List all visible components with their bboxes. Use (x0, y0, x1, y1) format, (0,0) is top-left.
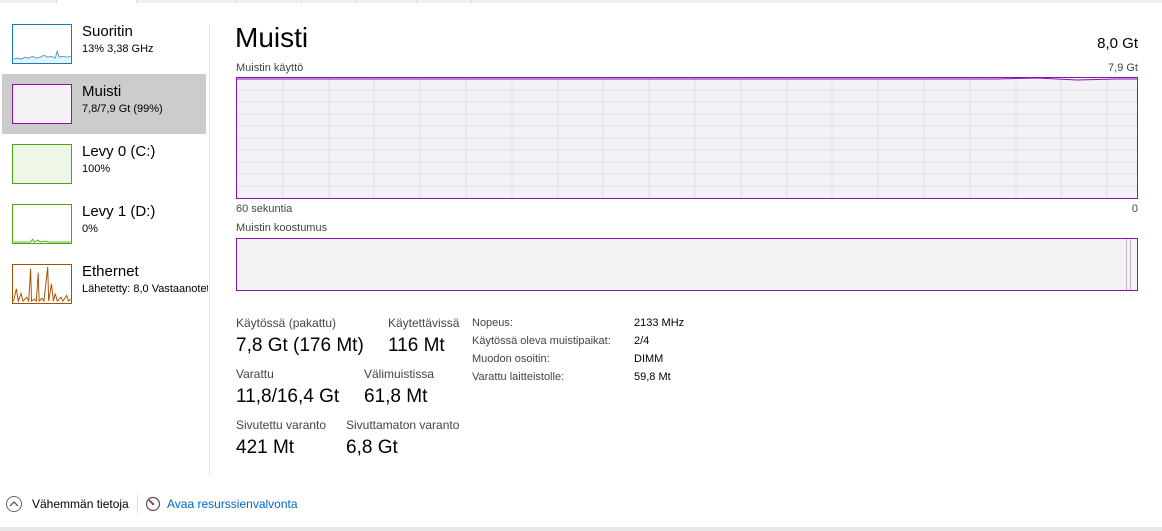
paged-pool-value: 421 Mt (236, 437, 295, 458)
sidebar-item-disk-0[interactable]: Levy 0 (C:) 100% (2, 134, 206, 194)
footer-bar: Vähemmän tietoja Avaa resurssienvalvonta (0, 482, 1162, 531)
paged-pool-label: Sivutettu varanto (236, 418, 327, 432)
tab-services[interactable] (417, 0, 472, 3)
tab-startup[interactable] (237, 0, 302, 3)
hardware-reserved-label: Varattu laitteistolle: (472, 371, 565, 383)
speed-label: Nopeus: (472, 317, 513, 329)
window-bottom-edge (0, 527, 1162, 531)
footer-divider (137, 495, 138, 513)
memory-mini-graph (12, 84, 72, 124)
available-label: Käytettävissä (388, 316, 460, 330)
available-value: 116 Mt (388, 335, 445, 356)
usage-graph-max: 7,9 Gt (1108, 62, 1138, 74)
nonpaged-pool-value: 6,8 Gt (346, 437, 398, 458)
sidebar-item-label: Muisti (82, 83, 122, 100)
committed-value: 11,8/16,4 Gt (236, 386, 340, 407)
page-title: Muisti (235, 22, 309, 53)
sidebar-item-value: Lähetetty: 8,0 Vastaanotettu (82, 283, 208, 295)
sidebar-item-memory[interactable]: Muisti 7,8/7,9 Gt (99%) (2, 74, 206, 134)
sidebar-item-value: 0% (82, 223, 98, 235)
composition-label: Muistin koostumus (236, 222, 328, 234)
top-tab-strip (0, 0, 1162, 3)
sidebar-item-label: Ethernet (82, 263, 139, 280)
form-factor-value: DIMM (634, 353, 664, 365)
chevron-up-icon (6, 496, 22, 512)
fewer-details-label: Vähemmän tietoja (32, 497, 129, 511)
in-use-value: 7,8 Gt (176 Mt) (236, 335, 364, 356)
open-resource-monitor-link[interactable]: Avaa resurssienvalvonta (145, 495, 298, 513)
sidebar-item-cpu[interactable]: Suoritin 13% 3,38 GHz (2, 14, 206, 74)
graph-time-left: 60 sekuntia (236, 203, 293, 215)
sidebar-item-disk-1[interactable]: Levy 1 (D:) 0% (2, 194, 206, 254)
speed-value: 2133 MHz (634, 317, 685, 329)
composition-in-use (237, 239, 1126, 290)
sidebar-item-label: Levy 0 (C:) (82, 143, 156, 160)
memory-usage-grid (237, 78, 1137, 198)
tab-app-history[interactable] (137, 0, 237, 3)
resource-sidebar: Suoritin 13% 3,38 GHz Muisti 7,8/7,9 Gt … (0, 14, 210, 474)
disk-0-mini-graph (12, 144, 72, 184)
ethernet-mini-graph (12, 264, 72, 304)
slots-used-label: Käytössä oleva muistipaikat: (472, 335, 611, 347)
cached-label: Välimuistissa (364, 367, 435, 381)
sidebar-item-ethernet[interactable]: Ethernet Lähetetty: 8,0 Vastaanotettu (2, 254, 208, 314)
sidebar-item-label: Suoritin (82, 23, 133, 40)
disk-1-mini-graph (12, 204, 72, 244)
slots-used-value: 2/4 (634, 335, 650, 347)
graph-time-right: 0 (1131, 203, 1138, 215)
nonpaged-pool-label: Sivuttamaton varanto (346, 418, 460, 432)
tab-performance[interactable] (57, 0, 137, 3)
composition-modified (1126, 239, 1127, 290)
cpu-mini-graph (12, 24, 72, 64)
form-factor-label: Muodon osoitin: (472, 353, 550, 365)
memory-composition-bar (236, 238, 1138, 291)
committed-label: Varattu (236, 367, 274, 381)
in-use-label: Käytössä (pakattu) (236, 316, 337, 330)
composition-standby (1130, 239, 1131, 290)
sidebar-item-value: 7,8/7,9 Gt (99%) (82, 103, 163, 115)
sidebar-item-label: Levy 1 (D:) (82, 203, 156, 220)
tab-processes[interactable] (0, 0, 57, 3)
sidebar-item-value: 100% (82, 163, 111, 175)
total-memory: 8,0 Gt (1097, 35, 1138, 52)
tab-details[interactable] (357, 0, 417, 3)
cached-value: 61,8 Mt (364, 386, 428, 407)
resource-monitor-icon (145, 496, 161, 512)
fewer-details-button[interactable]: Vähemmän tietoja (6, 495, 129, 513)
open-resource-monitor-label: Avaa resurssienvalvonta (167, 497, 298, 511)
hardware-reserved-value: 59,8 Mt (634, 371, 671, 383)
sidebar-divider (209, 24, 210, 476)
tab-users[interactable] (302, 0, 357, 3)
memory-usage-graph (236, 77, 1138, 199)
usage-graph-label: Muistin käyttö (236, 62, 304, 74)
sidebar-item-value: 13% 3,38 GHz (82, 43, 154, 55)
